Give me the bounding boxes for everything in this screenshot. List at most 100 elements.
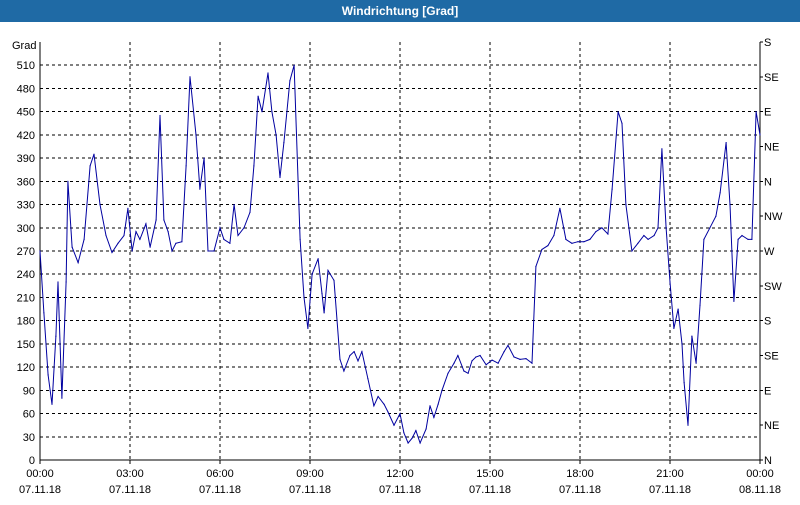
x-tick-time: 00:00 — [746, 468, 774, 480]
x-tick-time: 03:00 — [116, 468, 144, 480]
data-point — [57, 281, 59, 283]
data-point — [233, 204, 235, 206]
data-point — [625, 204, 627, 206]
y-tick-label: 330 — [17, 200, 35, 212]
x-tick-time: 15:00 — [476, 468, 504, 480]
data-point — [317, 258, 319, 260]
data-point — [339, 358, 341, 360]
y-tick-label: 420 — [17, 130, 35, 142]
x-tick-date: 07.11.18 — [289, 484, 331, 496]
data-point — [229, 242, 231, 244]
data-point — [503, 351, 505, 353]
data-point — [387, 411, 389, 413]
data-point — [117, 242, 119, 244]
data-point — [657, 227, 659, 229]
data-point — [419, 442, 421, 444]
y-tick-label: 60 — [23, 409, 35, 421]
chart-title: Windrichtung [Grad] — [0, 0, 800, 22]
data-point — [665, 227, 667, 229]
data-point — [485, 364, 487, 366]
right-tick-label: SW — [764, 281, 782, 293]
data-point — [111, 251, 113, 254]
grid-lines — [40, 42, 760, 460]
y-tick-label: 0 — [29, 455, 35, 467]
data-point — [185, 165, 187, 167]
data-point — [531, 362, 533, 364]
x-tick-date: 07.11.18 — [559, 484, 601, 496]
data-point — [135, 231, 137, 233]
data-point — [373, 405, 375, 407]
data-point — [497, 362, 499, 364]
data-point — [199, 188, 201, 190]
data-point — [637, 242, 639, 244]
right-tick-label: NW — [764, 211, 783, 223]
x-tick-date: 07.11.18 — [19, 484, 61, 496]
data-point — [279, 176, 281, 179]
x-tick-time: 12:00 — [386, 468, 414, 480]
data-point — [719, 192, 721, 194]
data-point — [83, 238, 85, 240]
data-point — [393, 424, 395, 426]
data-point — [67, 180, 69, 182]
right-tick-label: S — [764, 37, 771, 49]
right-tick-label: N — [764, 455, 772, 467]
data-point — [677, 308, 679, 310]
data-point — [403, 432, 405, 434]
data-point — [447, 372, 449, 374]
data-point — [357, 360, 359, 362]
x-tick-date: 07.11.18 — [469, 484, 511, 496]
data-point — [463, 370, 465, 372]
data-point — [535, 265, 537, 268]
data-point — [399, 413, 401, 415]
data-point — [601, 227, 603, 229]
right-tick-label: E — [764, 107, 771, 119]
x-tick-date: 07.11.18 — [109, 484, 151, 496]
data-point — [343, 370, 345, 372]
data-point — [725, 142, 727, 144]
y-tick-label: 510 — [17, 60, 35, 72]
data-point — [43, 312, 45, 314]
chart-frame: 0 30 60 90 120 150 180 210 240 270 300 330 360 390 420… — [0, 22, 800, 500]
data-point — [479, 354, 481, 357]
data-point — [367, 378, 369, 380]
data-point — [93, 153, 95, 155]
data-point — [283, 142, 285, 144]
x-tick-time: 18:00 — [566, 468, 594, 480]
data-point — [525, 358, 527, 360]
data-point — [741, 234, 743, 237]
data-point — [311, 273, 313, 275]
right-tick-label: W — [764, 246, 775, 258]
right-tick-label: N — [764, 176, 772, 188]
right-tick-label: SE — [764, 72, 779, 84]
data-point — [425, 428, 427, 430]
y-tick-label: 270 — [17, 246, 35, 258]
data-point — [411, 437, 413, 439]
data-point — [89, 165, 91, 167]
data-point — [653, 234, 655, 237]
data-point — [621, 122, 623, 124]
data-point — [237, 234, 239, 237]
data-point — [99, 204, 101, 206]
data-point — [203, 157, 205, 159]
data-point — [703, 238, 705, 240]
data-point — [253, 165, 255, 167]
data-point — [577, 241, 579, 243]
y-tick-label: 450 — [17, 107, 35, 119]
data-point — [51, 403, 53, 405]
y-tick-label: 300 — [17, 223, 35, 235]
data-point — [643, 234, 645, 237]
y-tick-label: 120 — [17, 362, 35, 374]
data-point — [747, 238, 749, 240]
data-point — [429, 405, 431, 407]
x-tick-time: 21:00 — [656, 468, 684, 480]
data-point — [737, 238, 739, 240]
data-point — [303, 296, 305, 298]
data-point — [617, 111, 619, 113]
data-point — [759, 134, 761, 136]
data-point — [223, 238, 225, 240]
right-tick-label: NE — [764, 142, 779, 154]
axes — [39, 41, 763, 464]
data-point — [507, 344, 509, 346]
data-point — [333, 279, 335, 281]
data-point — [457, 354, 459, 357]
